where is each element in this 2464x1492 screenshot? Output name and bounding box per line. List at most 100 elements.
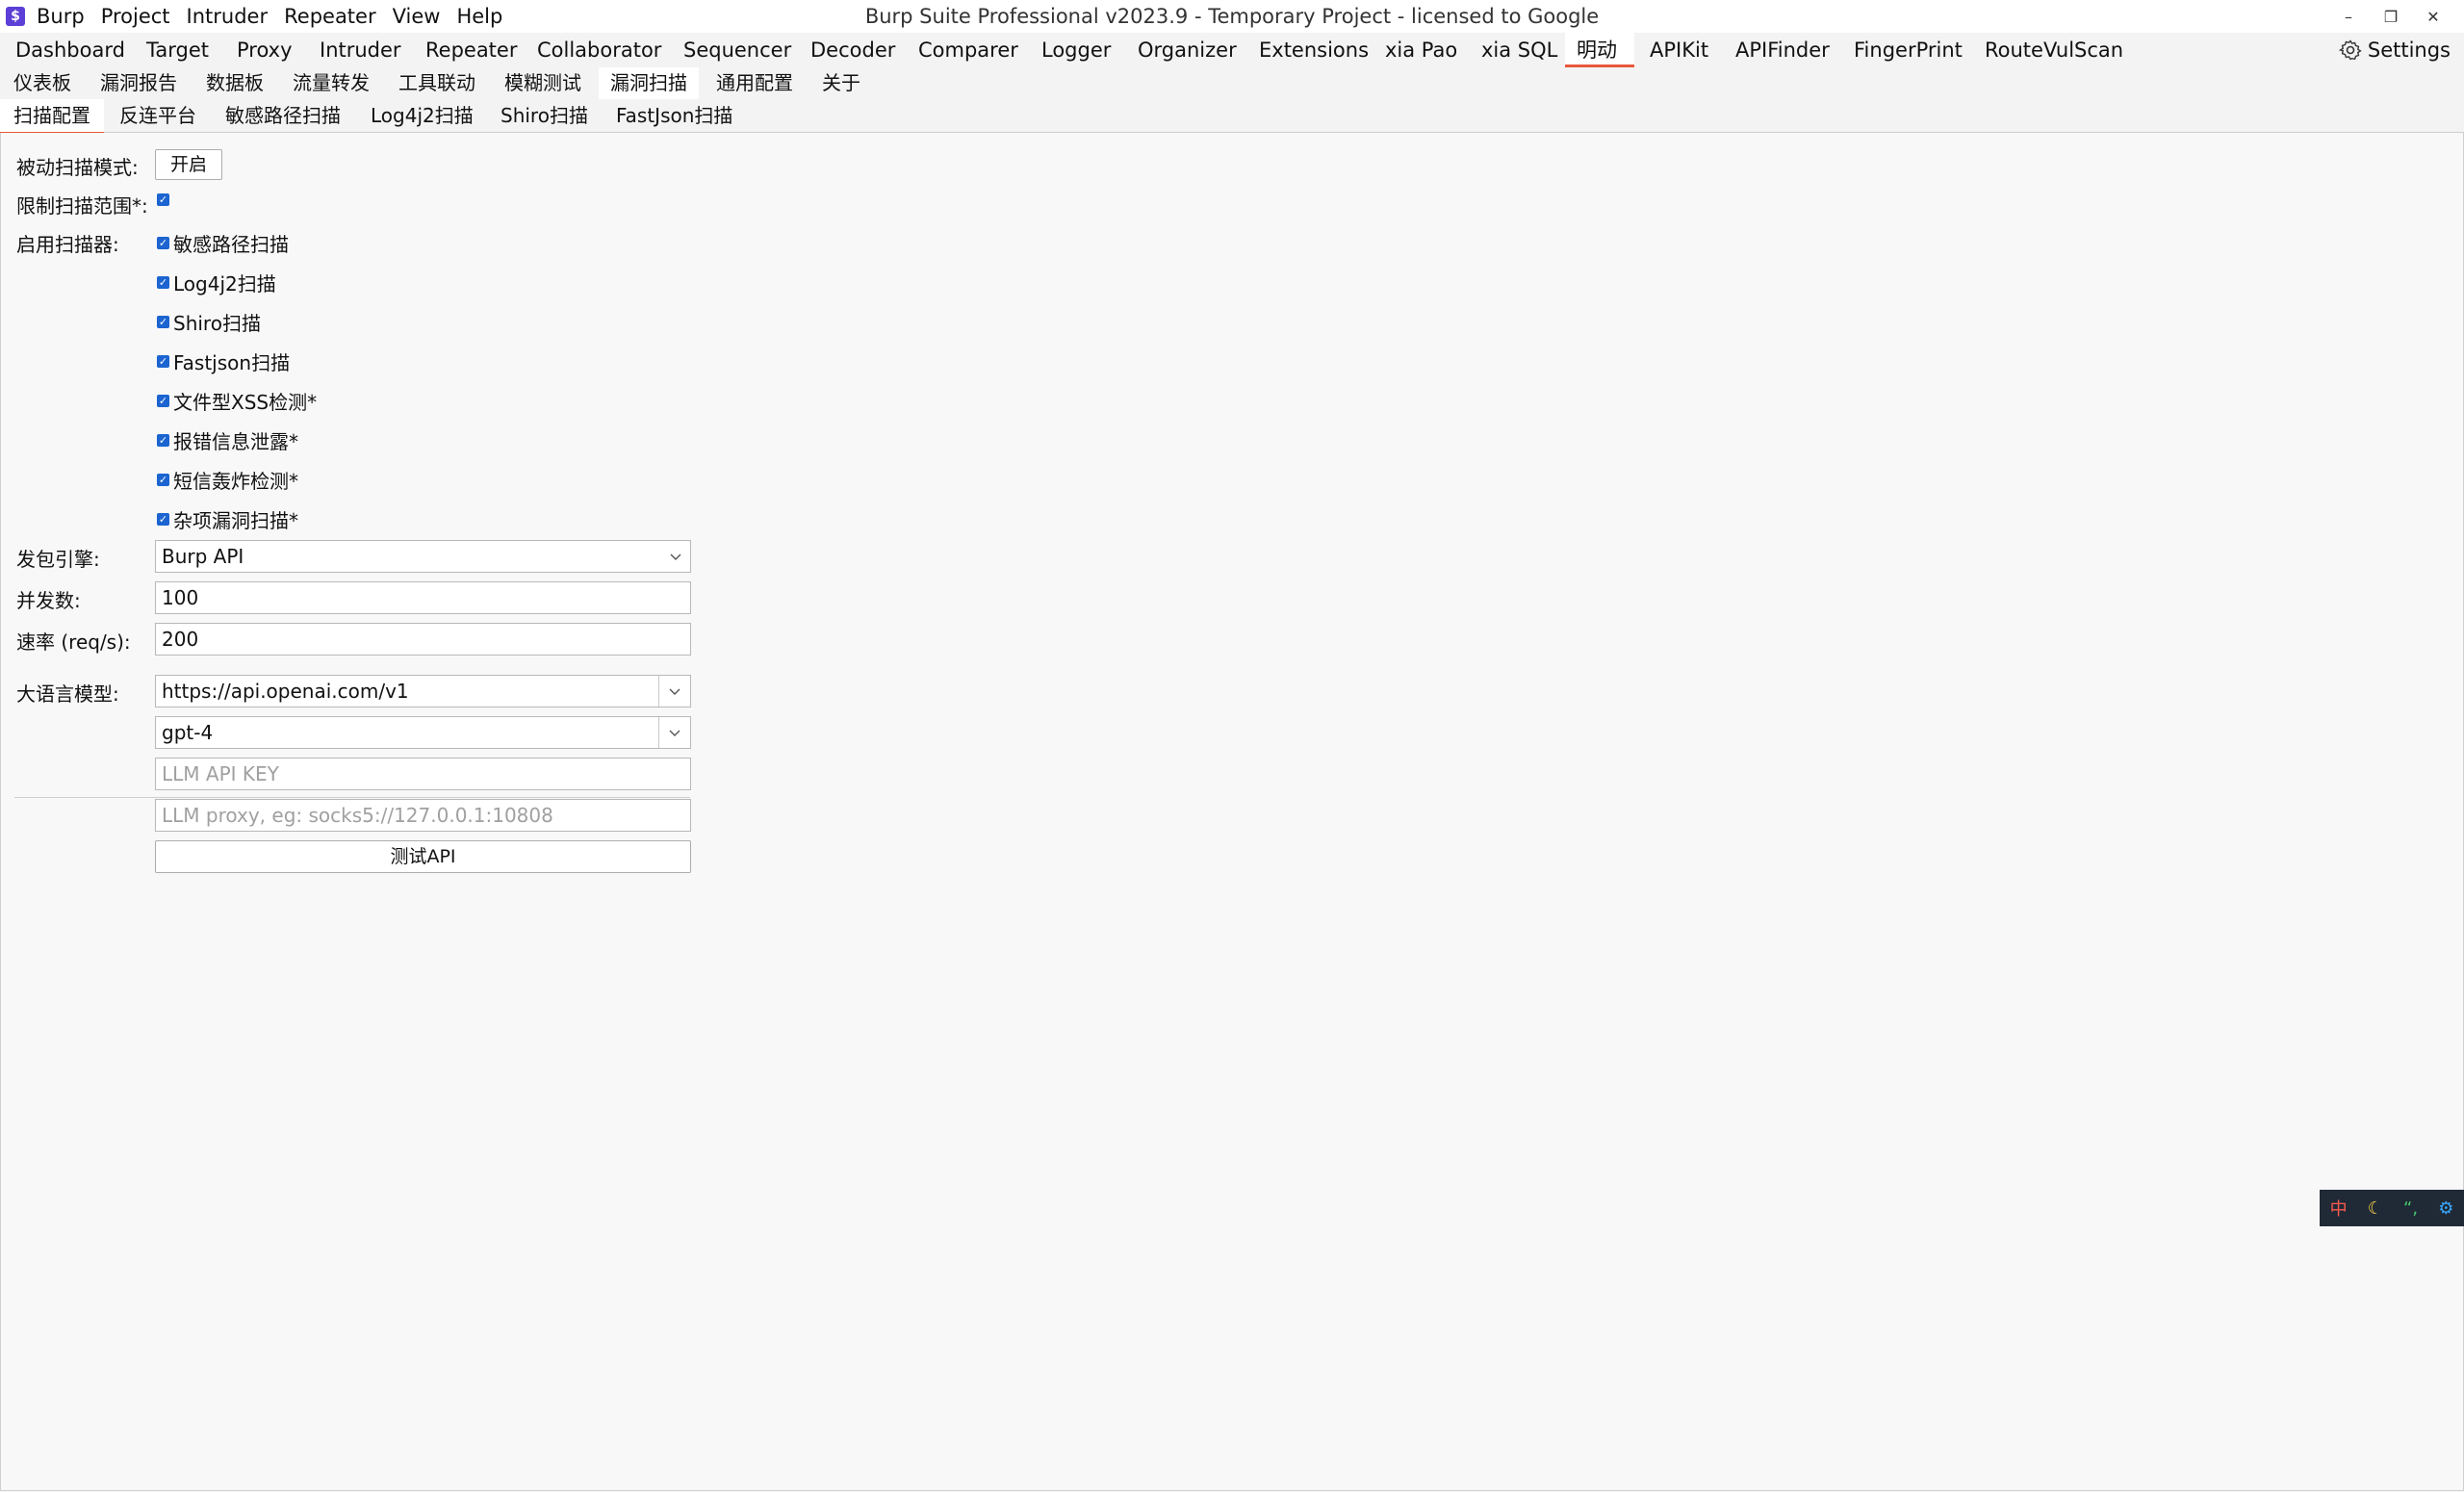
- checkbox-checked-icon: ✓: [157, 395, 169, 407]
- scanner-checkbox-log4j2[interactable]: ✓ Log4j2扫描: [157, 269, 276, 296]
- close-button[interactable]: ✕: [2412, 8, 2454, 26]
- chevron-down-icon[interactable]: [658, 717, 690, 748]
- concurrency-label: 并发数:: [16, 589, 81, 612]
- tab-repeater[interactable]: Repeater: [424, 33, 519, 67]
- plugin-tab-tool-link[interactable]: 工具联动: [398, 67, 475, 99]
- ime-settings-icon[interactable]: ⚙: [2438, 1198, 2453, 1219]
- scan-config-panel: 被动扫描模式: 开启 限制扫描范围*: ✓ 启用扫描器: ✓ 敏感路径扫描 ✓ Lo…: [0, 133, 2464, 1491]
- checkbox-checked-icon: ✓: [157, 276, 169, 289]
- tab-mingdong[interactable]: 明动: [1565, 33, 1634, 67]
- rate-label: 速率 (req/s):: [16, 630, 131, 654]
- engine-select[interactable]: Burp API: [155, 540, 691, 573]
- tab-apikit[interactable]: APIKit: [1648, 33, 1710, 67]
- test-api-button[interactable]: 测试API: [155, 840, 691, 873]
- scanner-checkbox-misc-vuln[interactable]: ✓ 杂项漏洞扫描*: [157, 505, 298, 533]
- settings-label: Settings: [2367, 39, 2451, 62]
- tab-fingerprint[interactable]: FingerPrint: [1852, 33, 1964, 67]
- tab-sequencer[interactable]: Sequencer: [681, 33, 793, 67]
- tab-target[interactable]: Target: [144, 33, 211, 67]
- plugin-tab-about[interactable]: 关于: [822, 67, 860, 99]
- scanner-checkbox-error-leak[interactable]: ✓ 报错信息泄露*: [157, 426, 298, 454]
- llm-label: 大语言模型:: [16, 682, 119, 706]
- menu-view[interactable]: View: [393, 5, 441, 28]
- llm-model-value: gpt-4: [162, 721, 214, 744]
- plugin-tab-fuzz[interactable]: 模糊测试: [504, 67, 581, 99]
- checkbox-checked-icon: ✓: [157, 316, 169, 328]
- scanner-label: Log4j2扫描: [173, 272, 276, 296]
- tab-organizer[interactable]: Organizer: [1136, 33, 1239, 67]
- scanner-checkbox-sms-bomb[interactable]: ✓ 短信轰炸检测*: [157, 466, 298, 494]
- menu-project[interactable]: Project: [101, 5, 170, 28]
- llm-url-value: https://api.openai.com/v1: [162, 680, 409, 703]
- tab-collaborator[interactable]: Collaborator: [535, 33, 663, 67]
- sub-tab-scan-config[interactable]: 扫描配置: [0, 99, 104, 135]
- scanner-checkbox-fastjson[interactable]: ✓ Fastjson扫描: [157, 347, 290, 375]
- engine-value: Burp API: [162, 545, 244, 568]
- scanner-label: 杂项漏洞扫描*: [173, 509, 298, 532]
- llm-proxy-input[interactable]: LLM proxy, eg: socks5://127.0.0.1:10808: [155, 799, 691, 832]
- tab-decoder[interactable]: Decoder: [808, 33, 897, 67]
- menu-burp[interactable]: Burp: [37, 5, 85, 28]
- plugin-tab-vuln-report[interactable]: 漏洞报告: [100, 67, 177, 99]
- ime-chinese-mode-icon[interactable]: 中: [2330, 1196, 2348, 1221]
- plugin-tab-vuln-scan[interactable]: 漏洞扫描: [599, 67, 699, 102]
- menu-repeater[interactable]: Repeater: [284, 5, 375, 28]
- scanners-label: 启用扫描器:: [16, 233, 119, 256]
- scanner-label: Fastjson扫描: [173, 351, 291, 374]
- limit-scope-label: 限制扫描范围*:: [16, 194, 148, 218]
- plugin-tab-bar: 仪表板 漏洞报告 数据板 流量转发 工具联动 模糊测试 漏洞扫描 通用配置 关于: [0, 67, 2464, 102]
- concurrency-input[interactable]: 100: [155, 581, 691, 614]
- scanner-label: 短信轰炸检测*: [173, 470, 298, 493]
- main-tab-bar: Dashboard Target Proxy Intruder Repeater…: [0, 33, 2464, 68]
- tab-proxy[interactable]: Proxy: [235, 33, 295, 67]
- divider: [14, 797, 690, 798]
- passive-scan-toggle-button[interactable]: 开启: [155, 149, 222, 180]
- menu-bar: Burp Project Intruder Repeater View Help: [37, 0, 519, 33]
- sub-tab-reverse-platform[interactable]: 反连平台: [119, 99, 196, 132]
- ime-punctuation-icon[interactable]: “,: [2403, 1198, 2418, 1219]
- ime-toolbar: 中 ☾ “, ⚙: [2320, 1190, 2464, 1226]
- chevron-down-icon[interactable]: [658, 676, 690, 707]
- checkbox-checked-icon: ✓: [157, 237, 169, 249]
- plugin-tab-general-config[interactable]: 通用配置: [716, 67, 793, 99]
- minimize-button[interactable]: –: [2327, 8, 2370, 26]
- sub-tab-sensitive-path[interactable]: 敏感路径扫描: [225, 99, 341, 132]
- llm-api-key-input[interactable]: LLM API KEY: [155, 758, 691, 790]
- scanner-label: 报错信息泄露*: [173, 430, 298, 453]
- settings-button[interactable]: Settings: [2338, 33, 2451, 67]
- llm-url-combobox[interactable]: https://api.openai.com/v1: [155, 675, 691, 707]
- plugin-tab-dashboard[interactable]: 仪表板: [13, 67, 71, 99]
- scanner-label: 敏感路径扫描: [173, 233, 289, 256]
- checkbox-checked-icon: ✓: [157, 434, 169, 447]
- scanner-checkbox-sensitive-path[interactable]: ✓ 敏感路径扫描: [157, 229, 289, 257]
- scanner-checkbox-shiro[interactable]: ✓ Shiro扫描: [157, 308, 261, 336]
- scanner-label: 文件型XSS检测*: [173, 391, 318, 414]
- sub-tab-log4j2[interactable]: Log4j2扫描: [371, 99, 474, 132]
- ime-moon-icon[interactable]: ☾: [2368, 1198, 2383, 1219]
- tab-extensions[interactable]: Extensions: [1257, 33, 1371, 67]
- llm-model-combobox[interactable]: gpt-4: [155, 716, 691, 749]
- gear-icon: [2338, 39, 2362, 61]
- tab-intruder[interactable]: Intruder: [318, 33, 403, 67]
- checkbox-checked-icon: ✓: [157, 355, 169, 368]
- sub-tab-fastjson[interactable]: FastJson扫描: [616, 99, 732, 132]
- tab-logger[interactable]: Logger: [1040, 33, 1113, 67]
- tab-apifinder[interactable]: APIFinder: [1733, 33, 1832, 67]
- checkbox-checked-icon: ✓: [157, 474, 169, 486]
- restore-button[interactable]: ❐: [2370, 8, 2412, 26]
- tab-dashboard[interactable]: Dashboard: [13, 33, 127, 67]
- tab-xia-sql[interactable]: xia SQL: [1479, 33, 1559, 67]
- sub-tab-shiro[interactable]: Shiro扫描: [500, 99, 588, 132]
- checkbox-checked-icon: ✓: [157, 513, 169, 526]
- tab-xia-pao[interactable]: xia Pao: [1383, 33, 1459, 67]
- limit-scope-checkbox[interactable]: ✓: [157, 193, 173, 206]
- rate-input[interactable]: 200: [155, 623, 691, 656]
- menu-help[interactable]: Help: [456, 5, 502, 28]
- tab-routevulscan[interactable]: RouteVulScan: [1983, 33, 2125, 67]
- scanner-checkbox-file-xss[interactable]: ✓ 文件型XSS检测*: [157, 387, 317, 415]
- plugin-tab-data-board[interactable]: 数据板: [206, 67, 264, 99]
- plugin-tab-traffic-forward[interactable]: 流量转发: [293, 67, 370, 99]
- window-controls: – ❐ ✕: [2327, 0, 2454, 33]
- menu-intruder[interactable]: Intruder: [187, 5, 269, 28]
- tab-comparer[interactable]: Comparer: [916, 33, 1020, 67]
